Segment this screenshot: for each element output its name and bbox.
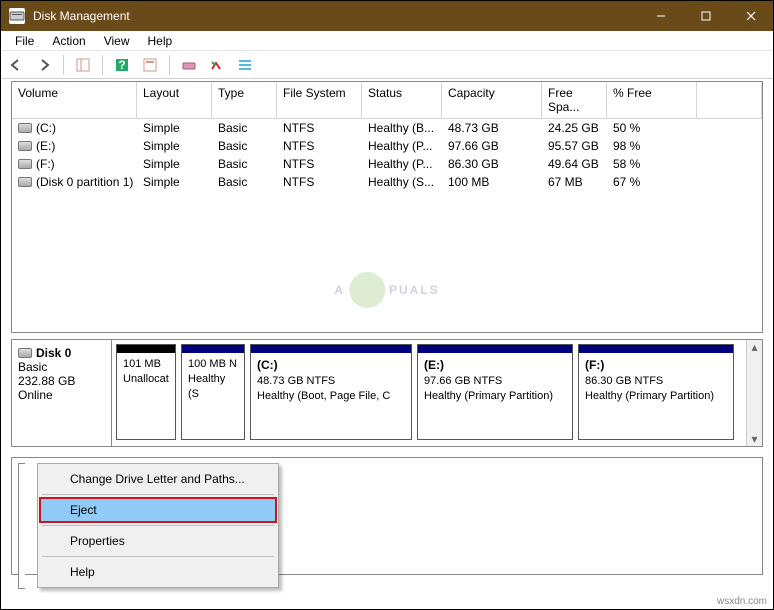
maximize-button[interactable] [683,1,728,31]
titlebar: Disk Management [1,1,773,31]
drive-icon [18,177,32,187]
disk-graphic-pane: Disk 0 Basic 232.88 GB Online 101 MBUnal… [11,339,763,447]
col-volume[interactable]: Volume [12,82,137,119]
close-button[interactable] [728,1,773,31]
rescan-button[interactable] [206,54,228,76]
menu-eject[interactable]: Eject [40,498,276,522]
disk-name: Disk 0 [36,346,71,360]
column-headers: Volume Layout Type File System Status Ca… [12,82,762,119]
menu-action[interactable]: Action [44,32,93,50]
watermark: A PUALS [334,272,439,308]
col-type[interactable]: Type [212,82,277,119]
partition-row: 101 MBUnallocat100 MB NHealthy (S(C:)48.… [112,340,746,446]
scroll-up-icon[interactable]: ▴ [748,340,762,354]
minimize-button[interactable] [638,1,683,31]
menu-view[interactable]: View [96,32,138,50]
table-row[interactable]: (E:)SimpleBasicNTFSHealthy (P...97.66 GB… [12,137,762,155]
watermark-text: PUALS [389,283,440,297]
col-layout[interactable]: Layout [137,82,212,119]
settings-button[interactable] [139,54,161,76]
context-menu: Change Drive Letter and Paths... Eject P… [37,463,279,588]
menu-help[interactable]: Help [40,560,276,584]
menu-help[interactable]: Help [140,32,181,50]
disk-size: 232.88 GB [18,374,75,388]
col-pctfree[interactable]: % Free [607,82,697,119]
col-capacity[interactable]: Capacity [442,82,542,119]
menu-file[interactable]: File [7,32,42,50]
menu-separator [42,525,274,526]
drive-icon [18,141,32,151]
partition-block[interactable]: 101 MBUnallocat [116,344,176,440]
toolbar-separator [63,55,64,75]
menu-separator [42,556,274,557]
disk-type: Basic [18,360,47,374]
drive-icon [18,123,32,133]
col-spacer [697,82,762,119]
partition-block[interactable]: (F:)86.30 GB NTFSHealthy (Primary Partit… [578,344,734,440]
toolbar-separator [169,55,170,75]
disk-icon [18,348,32,358]
col-free[interactable]: Free Spa... [542,82,607,119]
table-row[interactable]: (Disk 0 partition 1)SimpleBasicNTFSHealt… [12,173,762,191]
app-icon [9,8,25,24]
disk-label-edge [18,463,25,589]
menubar: File Action View Help [1,31,773,51]
col-status[interactable]: Status [362,82,442,119]
vertical-scrollbar[interactable]: ▴ ▾ [746,340,762,446]
disk-state: Online [18,388,53,402]
menu-change-drive-letter[interactable]: Change Drive Letter and Paths... [40,467,276,491]
help-button[interactable]: ? [111,54,133,76]
window-title: Disk Management [33,9,638,23]
toolbar-separator [102,55,103,75]
volume-list-pane: Volume Layout Type File System Status Ca… [11,81,763,333]
watermark-text: A [334,283,345,297]
scroll-down-icon[interactable]: ▾ [748,432,762,446]
table-row[interactable]: (C:)SimpleBasicNTFSHealthy (B...48.73 GB… [12,119,762,137]
show-hide-tree-button[interactable] [72,54,94,76]
menu-properties[interactable]: Properties [40,529,276,553]
table-row[interactable]: (F:)SimpleBasicNTFSHealthy (P...86.30 GB… [12,155,762,173]
list-button[interactable] [234,54,256,76]
forward-button[interactable] [33,54,55,76]
col-filesystem[interactable]: File System [277,82,362,119]
menu-separator [42,494,274,495]
svg-text:?: ? [118,58,125,72]
toolbar: ? [1,51,773,79]
partition-block[interactable]: 100 MB NHealthy (S [181,344,245,440]
watermark-logo-icon [349,272,385,308]
refresh-button[interactable] [178,54,200,76]
drive-icon [18,159,32,169]
disk-label[interactable]: Disk 0 Basic 232.88 GB Online [12,340,112,446]
back-button[interactable] [5,54,27,76]
partition-block[interactable]: (E:)97.66 GB NTFSHealthy (Primary Partit… [417,344,573,440]
source-watermark: wsxdn.com [717,596,767,607]
partition-block[interactable]: (C:)48.73 GB NTFSHealthy (Boot, Page Fil… [250,344,412,440]
